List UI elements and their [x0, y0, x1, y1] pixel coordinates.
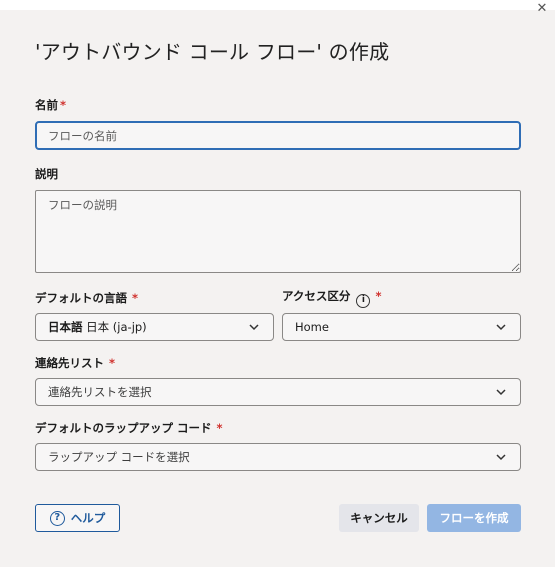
- create-flow-button-label: フローを作成: [439, 511, 509, 525]
- access-division-label: アクセス区分 i *: [282, 288, 381, 308]
- default-language-value-bold: 日本語: [48, 320, 83, 334]
- chevron-down-icon: [496, 454, 506, 461]
- chevron-down-icon: [496, 324, 506, 331]
- info-icon[interactable]: i: [356, 294, 371, 308]
- name-input[interactable]: [35, 121, 521, 150]
- wrapup-code-select[interactable]: ラップアップ コードを選択: [35, 443, 521, 471]
- wrapup-code-placeholder: ラップアップ コードを選択: [48, 450, 190, 464]
- contact-list-placeholder: 連絡先リストを選択: [48, 385, 152, 399]
- default-language-label: デフォルトの言語 *: [35, 290, 138, 306]
- contact-list-label: 連絡先リスト *: [35, 355, 115, 371]
- chevron-down-icon: [496, 389, 506, 396]
- access-division-select[interactable]: Home: [282, 313, 521, 341]
- top-strip: [0, 0, 555, 10]
- create-flow-button[interactable]: フローを作成: [427, 504, 521, 532]
- wrapup-code-label-text: デフォルトのラップアップ コード: [35, 421, 212, 435]
- description-label: 説明: [35, 166, 58, 182]
- required-mark: *: [132, 291, 139, 305]
- required-mark: *: [60, 98, 67, 112]
- name-label-text: 名前: [35, 98, 58, 112]
- help-button[interactable]: ? ヘルプ: [35, 504, 120, 532]
- default-language-label-text: デフォルトの言語: [35, 291, 127, 305]
- required-mark: *: [216, 421, 223, 435]
- name-label: 名前 *: [35, 97, 66, 113]
- chevron-down-icon: [249, 324, 259, 331]
- description-label-text: 説明: [35, 167, 58, 181]
- access-division-label-text: アクセス区分: [282, 289, 351, 303]
- default-language-select[interactable]: 日本語 日本 (ja-jp): [35, 313, 274, 341]
- cancel-button[interactable]: キャンセル: [339, 504, 419, 532]
- cancel-button-label: キャンセル: [350, 511, 408, 525]
- question-circle-icon: ?: [49, 510, 65, 526]
- description-textarea[interactable]: [35, 190, 521, 273]
- required-mark: *: [109, 356, 116, 370]
- close-icon[interactable]: ✕: [535, 2, 549, 16]
- default-language-value-rest: 日本 (ja-jp): [82, 320, 147, 334]
- required-mark: *: [375, 289, 382, 303]
- contact-list-select[interactable]: 連絡先リストを選択: [35, 378, 521, 406]
- help-button-label: ヘルプ: [70, 511, 106, 525]
- default-language-value: 日本語 日本 (ja-jp): [48, 319, 147, 335]
- contact-list-label-text: 連絡先リスト: [35, 356, 104, 370]
- access-division-value: Home: [295, 320, 329, 334]
- wrapup-code-label: デフォルトのラップアップ コード *: [35, 420, 223, 436]
- dialog-title: 'アウトバウンド コール フロー' の作成: [35, 40, 390, 64]
